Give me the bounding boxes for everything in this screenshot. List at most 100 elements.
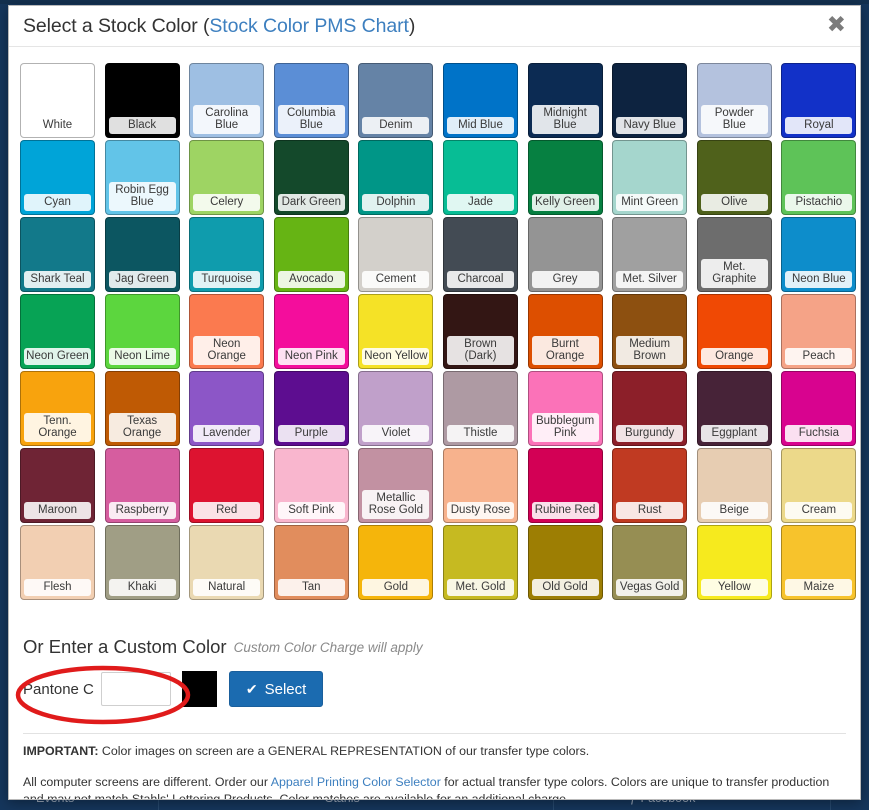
color-swatch-label: Navy Blue — [616, 117, 684, 134]
color-swatch[interactable]: Burnt Orange — [527, 294, 603, 369]
color-swatch[interactable]: Metallic Rose Gold — [358, 448, 434, 523]
color-swatch[interactable]: Dark Green — [273, 140, 349, 215]
modal-header: Select a Stock Color (Stock Color PMS Ch… — [9, 6, 860, 47]
color-swatch[interactable]: Charcoal — [442, 217, 518, 292]
color-swatch[interactable]: Midnight Blue — [527, 63, 603, 138]
apparel-printing-color-selector-link[interactable]: Apparel Printing Color Selector — [271, 775, 441, 789]
color-swatch[interactable]: Maroon — [20, 448, 95, 523]
color-swatch[interactable]: Tenn. Orange — [20, 371, 95, 446]
color-swatch[interactable]: Peach — [781, 294, 857, 369]
color-swatch[interactable]: Pistachio — [781, 140, 857, 215]
color-swatch[interactable]: Soft Pink — [273, 448, 349, 523]
color-swatch-label: Carolina Blue — [193, 104, 261, 134]
color-swatch[interactable]: Old Gold — [527, 525, 603, 600]
color-swatch[interactable]: Jag Green — [104, 217, 180, 292]
color-swatch[interactable]: Met. Graphite — [696, 217, 772, 292]
color-swatch-label: Gold — [362, 579, 430, 596]
modal-title-close-paren: ) — [408, 15, 416, 37]
color-swatch[interactable]: Neon Pink — [273, 294, 349, 369]
color-swatch-label: Orange — [700, 348, 768, 365]
color-swatch[interactable]: Celery — [189, 140, 265, 215]
color-swatch[interactable]: Bubblegum Pink — [527, 371, 603, 446]
color-swatch[interactable]: Jade — [442, 140, 518, 215]
stock-color-pms-chart-link[interactable]: Stock Color PMS Chart — [209, 15, 409, 37]
color-swatch[interactable]: Lavender — [189, 371, 265, 446]
color-swatch-label: Medium Brown — [616, 335, 684, 365]
color-swatch-label: Pistachio — [785, 194, 853, 211]
color-swatch[interactable]: Brown (Dark) — [442, 294, 518, 369]
color-swatch[interactable]: Turquoise — [189, 217, 265, 292]
color-swatch-label: Met. Silver — [616, 271, 684, 288]
close-icon[interactable]: ✖ — [827, 14, 846, 37]
color-swatch[interactable]: Denim — [358, 63, 434, 138]
color-swatch[interactable]: Cream — [781, 448, 857, 523]
color-swatch[interactable]: Purple — [273, 371, 349, 446]
color-swatch[interactable]: Tan — [273, 525, 349, 600]
color-swatch[interactable]: Vegas Gold — [612, 525, 688, 600]
color-swatch[interactable]: Rubine Red — [527, 448, 603, 523]
color-swatch[interactable]: Neon Lime — [104, 294, 180, 369]
color-swatch[interactable]: Raspberry — [104, 448, 180, 523]
stock-color-modal: Select a Stock Color (Stock Color PMS Ch… — [8, 5, 861, 800]
color-swatch[interactable]: Eggplant — [696, 371, 772, 446]
color-swatch[interactable]: Yellow — [696, 525, 772, 600]
color-swatch[interactable]: Neon Yellow — [358, 294, 434, 369]
color-swatch[interactable]: Red — [189, 448, 265, 523]
select-button[interactable]: ✔ Select — [228, 671, 324, 707]
color-swatch[interactable]: Kelly Green — [527, 140, 603, 215]
color-swatch[interactable]: Royal — [781, 63, 857, 138]
color-swatch[interactable]: Met. Gold — [442, 525, 518, 600]
color-swatch[interactable]: Orange — [696, 294, 772, 369]
color-swatch-label: Fuchsia — [785, 425, 853, 442]
color-swatch-label: Burgundy — [616, 425, 684, 442]
color-swatch[interactable]: Medium Brown — [612, 294, 688, 369]
color-swatch[interactable]: White — [20, 63, 95, 138]
color-swatch-label: Burnt Orange — [531, 335, 599, 365]
color-swatch-label: Mint Green — [616, 194, 684, 211]
color-swatch[interactable]: Navy Blue — [612, 63, 688, 138]
color-swatch[interactable]: Avocado — [273, 217, 349, 292]
color-swatch[interactable]: Cyan — [20, 140, 95, 215]
color-swatch[interactable]: Carolina Blue — [189, 63, 265, 138]
stock-color-grid: White Black Carolina Blue Columbia Blue Deni… — [20, 63, 857, 600]
color-swatch[interactable]: Violet — [358, 371, 434, 446]
color-swatch[interactable]: Thistle — [442, 371, 518, 446]
color-swatch[interactable]: Robin Egg Blue — [104, 140, 180, 215]
color-swatch[interactable]: Gold — [358, 525, 434, 600]
page-title: Select a Stock Color (Stock Color PMS Ch… — [23, 15, 415, 38]
color-swatch[interactable]: Natural — [189, 525, 265, 600]
color-swatch[interactable]: Mid Blue — [442, 63, 518, 138]
color-swatch-label: Celery — [193, 194, 261, 211]
color-swatch[interactable]: Shark Teal — [20, 217, 95, 292]
color-swatch[interactable]: Neon Green — [20, 294, 95, 369]
color-swatch[interactable]: Fuchsia — [781, 371, 857, 446]
color-swatch[interactable]: Neon Blue — [781, 217, 857, 292]
color-swatch[interactable]: Columbia Blue — [273, 63, 349, 138]
color-swatch-label: Kelly Green — [531, 194, 599, 211]
color-swatch[interactable]: Khaki — [104, 525, 180, 600]
custom-color-charge-note: Custom Color Charge will apply — [233, 639, 423, 655]
color-swatch[interactable]: Flesh — [20, 525, 95, 600]
color-swatch[interactable]: Burgundy — [612, 371, 688, 446]
pantone-label: Pantone C — [23, 680, 94, 698]
color-swatch-label: Midnight Blue — [531, 104, 599, 134]
color-swatch[interactable]: Neon Orange — [189, 294, 265, 369]
color-swatch[interactable]: Black — [104, 63, 180, 138]
color-swatch[interactable]: Rust — [612, 448, 688, 523]
color-swatch[interactable]: Olive — [696, 140, 772, 215]
color-swatch[interactable]: Beige — [696, 448, 772, 523]
color-swatch[interactable]: Dusty Rose — [442, 448, 518, 523]
color-swatch[interactable]: Maize — [781, 525, 857, 600]
disclaimer-notes: IMPORTANT: Color images on screen are a … — [23, 743, 846, 799]
color-swatch[interactable]: Powder Blue — [696, 63, 772, 138]
color-swatch[interactable]: Grey — [527, 217, 603, 292]
color-swatch[interactable]: Met. Silver — [612, 217, 688, 292]
important-note: IMPORTANT: Color images on screen are a … — [23, 743, 846, 760]
pantone-input[interactable] — [100, 672, 171, 706]
color-swatch[interactable]: Cement — [358, 217, 434, 292]
color-swatch[interactable]: Dolphin — [358, 140, 434, 215]
color-swatch-label: Dusty Rose — [446, 502, 514, 519]
color-swatch-label: Dolphin — [362, 194, 430, 211]
color-swatch[interactable]: Texas Orange — [104, 371, 180, 446]
color-swatch[interactable]: Mint Green — [612, 140, 688, 215]
